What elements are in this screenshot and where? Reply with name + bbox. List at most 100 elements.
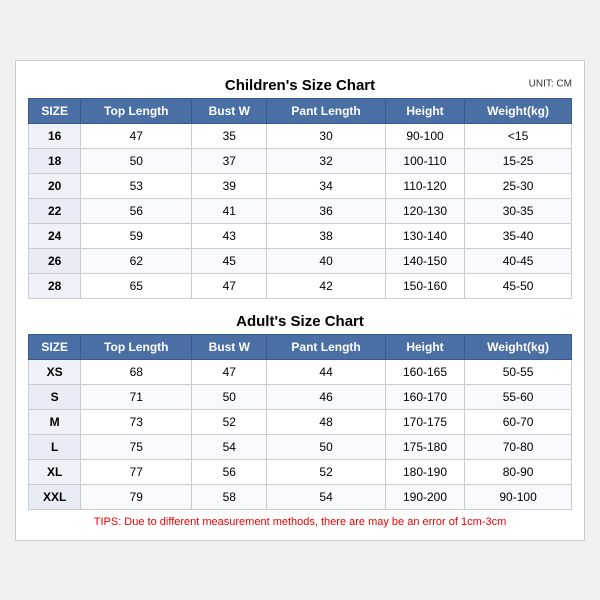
table-cell: 46 bbox=[267, 384, 386, 409]
table-cell: 56 bbox=[81, 198, 192, 223]
table-cell: 35 bbox=[192, 123, 267, 148]
table-cell: XXL bbox=[29, 484, 81, 509]
table-cell: 16 bbox=[29, 123, 81, 148]
adults-table-body: XS684744160-16550-55S715046160-17055-60M… bbox=[29, 359, 572, 509]
table-cell: 90-100 bbox=[385, 123, 464, 148]
unit-label: UNIT: CM bbox=[529, 79, 572, 90]
table-cell: 150-160 bbox=[385, 273, 464, 298]
table-cell: 50 bbox=[267, 434, 386, 459]
adults-title-text: Adult's Size Chart bbox=[236, 313, 364, 330]
header-cell: Bust W bbox=[192, 334, 267, 359]
table-row: 24594338130-14035-40 bbox=[29, 223, 572, 248]
table-cell: 48 bbox=[267, 409, 386, 434]
children-table-body: 1647353090-100<1518503732100-11015-25205… bbox=[29, 123, 572, 298]
table-cell: 34 bbox=[267, 173, 386, 198]
table-cell: 28 bbox=[29, 273, 81, 298]
table-cell: 90-100 bbox=[465, 484, 572, 509]
table-cell: 45 bbox=[192, 248, 267, 273]
table-cell: 110-120 bbox=[385, 173, 464, 198]
table-row: XS684744160-16550-55 bbox=[29, 359, 572, 384]
table-cell: M bbox=[29, 409, 81, 434]
table-cell: 190-200 bbox=[385, 484, 464, 509]
table-cell: 42 bbox=[267, 273, 386, 298]
adults-header-row: SIZETop LengthBust WPant LengthHeightWei… bbox=[29, 334, 572, 359]
table-cell: 120-130 bbox=[385, 198, 464, 223]
table-cell: 50 bbox=[81, 148, 192, 173]
table-cell: 68 bbox=[81, 359, 192, 384]
children-size-table: SIZETop LengthBust WPant LengthHeightWei… bbox=[28, 98, 572, 299]
table-cell: 50 bbox=[192, 384, 267, 409]
table-cell: 26 bbox=[29, 248, 81, 273]
size-chart: Children's Size Chart UNIT: CM SIZETop L… bbox=[15, 60, 585, 541]
table-cell: XS bbox=[29, 359, 81, 384]
table-row: XL775652180-19080-90 bbox=[29, 459, 572, 484]
table-cell: 24 bbox=[29, 223, 81, 248]
table-cell: 59 bbox=[81, 223, 192, 248]
table-cell: L bbox=[29, 434, 81, 459]
table-cell: 35-40 bbox=[465, 223, 572, 248]
table-cell: 70-80 bbox=[465, 434, 572, 459]
children-title-text: Children's Size Chart bbox=[225, 77, 375, 94]
table-cell: 100-110 bbox=[385, 148, 464, 173]
table-row: XXL795854190-20090-100 bbox=[29, 484, 572, 509]
table-cell: 80-90 bbox=[465, 459, 572, 484]
table-cell: S bbox=[29, 384, 81, 409]
table-cell: 73 bbox=[81, 409, 192, 434]
table-cell: 55-60 bbox=[465, 384, 572, 409]
table-cell: 130-140 bbox=[385, 223, 464, 248]
table-cell: 54 bbox=[192, 434, 267, 459]
header-cell: Pant Length bbox=[267, 334, 386, 359]
table-cell: 40 bbox=[267, 248, 386, 273]
table-cell: 71 bbox=[81, 384, 192, 409]
header-cell: SIZE bbox=[29, 334, 81, 359]
table-cell: 77 bbox=[81, 459, 192, 484]
table-cell: <15 bbox=[465, 123, 572, 148]
table-row: 22564136120-13030-35 bbox=[29, 198, 572, 223]
table-cell: 53 bbox=[81, 173, 192, 198]
table-row: 18503732100-11015-25 bbox=[29, 148, 572, 173]
table-row: 26624540140-15040-45 bbox=[29, 248, 572, 273]
table-cell: 40-45 bbox=[465, 248, 572, 273]
table-cell: 180-190 bbox=[385, 459, 464, 484]
table-cell: 160-165 bbox=[385, 359, 464, 384]
table-row: 1647353090-100<15 bbox=[29, 123, 572, 148]
adults-size-table: SIZETop LengthBust WPant LengthHeightWei… bbox=[28, 334, 572, 510]
header-cell: Weight(kg) bbox=[465, 334, 572, 359]
table-cell: 47 bbox=[192, 273, 267, 298]
table-cell: 47 bbox=[192, 359, 267, 384]
table-cell: 22 bbox=[29, 198, 81, 223]
table-cell: 79 bbox=[81, 484, 192, 509]
table-cell: 62 bbox=[81, 248, 192, 273]
table-cell: 58 bbox=[192, 484, 267, 509]
table-cell: 36 bbox=[267, 198, 386, 223]
table-cell: 41 bbox=[192, 198, 267, 223]
header-cell: Height bbox=[385, 334, 464, 359]
table-cell: 45-50 bbox=[465, 273, 572, 298]
table-cell: 75 bbox=[81, 434, 192, 459]
table-row: S715046160-17055-60 bbox=[29, 384, 572, 409]
tips-text: TIPS: Due to different measurement metho… bbox=[28, 516, 572, 528]
table-cell: 160-170 bbox=[385, 384, 464, 409]
table-cell: 18 bbox=[29, 148, 81, 173]
children-header-row: SIZETop LengthBust WPant LengthHeightWei… bbox=[29, 98, 572, 123]
table-cell: 43 bbox=[192, 223, 267, 248]
table-cell: 65 bbox=[81, 273, 192, 298]
table-cell: 38 bbox=[267, 223, 386, 248]
table-cell: 39 bbox=[192, 173, 267, 198]
table-cell: 30-35 bbox=[465, 198, 572, 223]
header-cell: Pant Length bbox=[267, 98, 386, 123]
table-cell: 170-175 bbox=[385, 409, 464, 434]
table-row: M735248170-17560-70 bbox=[29, 409, 572, 434]
header-cell: SIZE bbox=[29, 98, 81, 123]
table-cell: 30 bbox=[267, 123, 386, 148]
table-cell: 44 bbox=[267, 359, 386, 384]
table-cell: 175-180 bbox=[385, 434, 464, 459]
table-cell: 56 bbox=[192, 459, 267, 484]
table-cell: 20 bbox=[29, 173, 81, 198]
table-cell: 52 bbox=[192, 409, 267, 434]
header-cell: Top Length bbox=[81, 98, 192, 123]
table-row: 20533934110-12025-30 bbox=[29, 173, 572, 198]
table-row: 28654742150-16045-50 bbox=[29, 273, 572, 298]
table-row: L755450175-18070-80 bbox=[29, 434, 572, 459]
children-section-title: Children's Size Chart UNIT: CM bbox=[28, 71, 572, 98]
